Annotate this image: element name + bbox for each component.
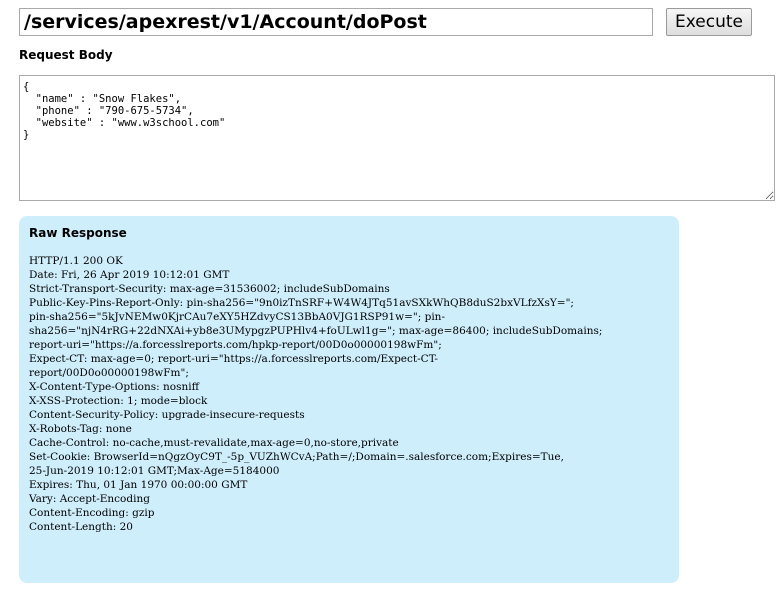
response-line: Expires: Thu, 01 Jan 1970 00:00:00 GMT	[29, 479, 248, 491]
response-line: report/00D0o00000198wFm";	[29, 367, 189, 379]
raw-response-title: Raw Response	[29, 226, 127, 240]
response-line: X-Content-Type-Options: nosniff	[29, 381, 200, 393]
response-line: Cache-Control: no-cache,must-revalidate,…	[29, 437, 399, 449]
request-body-textarea[interactable]: { "name" : "Snow Flakes", "phone" : "790…	[19, 75, 775, 201]
response-line: Content-Length: 20	[29, 521, 133, 533]
raw-response-text: HTTP/1.1 200 OK Date: Fri, 26 Apr 2019 1…	[29, 254, 669, 534]
response-line: X-Robots-Tag: none	[29, 423, 132, 435]
response-line: Content-Security-Policy: upgrade-insecur…	[29, 409, 305, 421]
response-line: Vary: Accept-Encoding	[29, 493, 150, 505]
response-line: 25-Jun-2019 10:12:01 GMT;Max-Age=5184000	[29, 465, 280, 477]
raw-response-panel: Raw Response HTTP/1.1 200 OK Date: Fri, …	[19, 216, 679, 583]
response-line: Set-Cookie: BrowserId=nQgzOyC9T_-5p_VUZh…	[29, 451, 564, 463]
response-line: Strict-Transport-Security: max-age=31536…	[29, 283, 390, 295]
response-line: Public-Key-Pins-Report-Only: pin-sha256=…	[29, 297, 574, 309]
response-line: Expect-CT: max-age=0; report-uri="https:…	[29, 353, 438, 365]
response-line: Content-Encoding: gzip	[29, 507, 155, 519]
response-line: X-XSS-Protection: 1; mode=block	[29, 395, 208, 407]
request-body-label: Request Body	[19, 48, 113, 62]
execute-button[interactable]: Execute	[666, 8, 752, 36]
response-line: pin-sha256="5kJvNEMw0KjrCAu7eXY5HZdvyCS1…	[29, 311, 445, 323]
response-line: Date: Fri, 26 Apr 2019 10:12:01 GMT	[29, 269, 230, 281]
response-line: HTTP/1.1 200 OK	[29, 255, 123, 267]
response-line: sha256="njN4rRG+22dNXAi+yb8e3UMypgzPUPHl…	[29, 325, 603, 337]
url-input[interactable]	[19, 8, 653, 36]
response-line: report-uri="https://a.forcesslreports.co…	[29, 339, 442, 351]
